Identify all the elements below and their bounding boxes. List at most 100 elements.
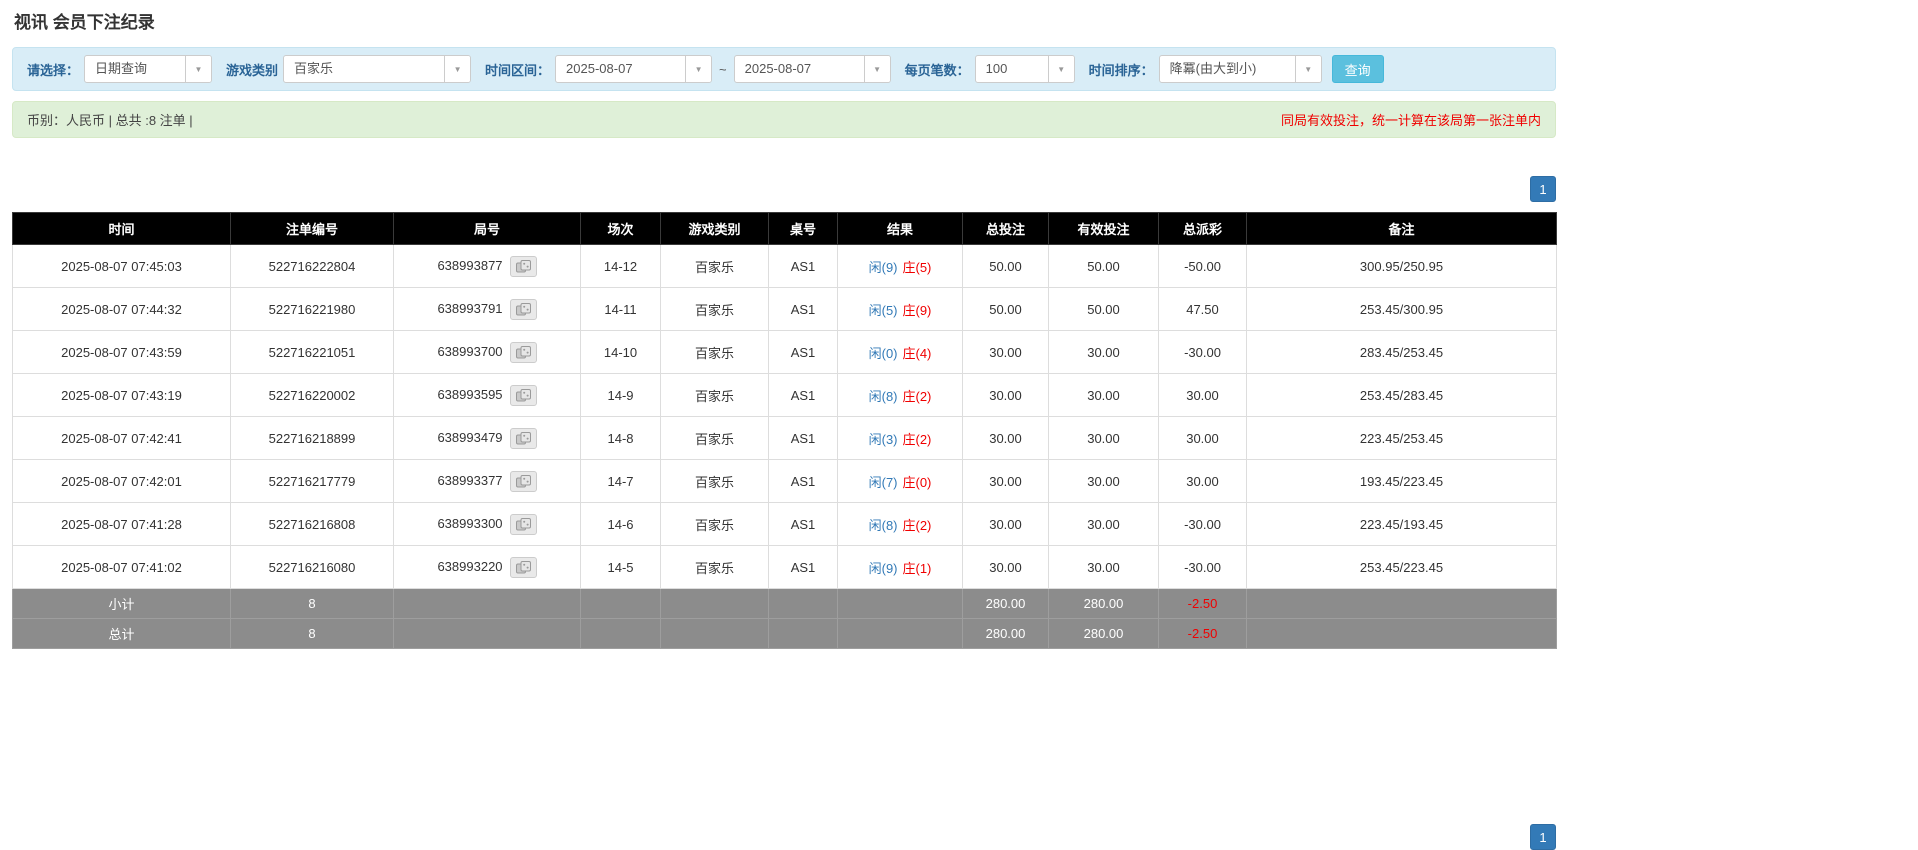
range-separator: ~ — [719, 62, 727, 77]
column-header-payout: 总派彩 — [1159, 213, 1247, 245]
total-bet-cell[interactable]: 30.00 — [963, 417, 1049, 460]
table-no-cell: AS1 — [769, 546, 838, 589]
table-row: 2025-08-07 07:41:02522716216080638993220… — [13, 546, 1557, 589]
round-preview-button[interactable] — [510, 299, 537, 320]
total-bet-cell[interactable]: 50.00 — [963, 245, 1049, 288]
payout-cell: 30.00 — [1159, 460, 1247, 503]
result-cell: 闲(0) 庄(4) — [838, 331, 963, 374]
page-size-value: 100 — [976, 56, 1048, 82]
footer-payout-cell: -2.50 — [1159, 619, 1247, 649]
result-player: 闲(3) — [869, 432, 898, 447]
bet-id-cell: 522716216808 — [231, 503, 394, 546]
payout-cell: 47.50 — [1159, 288, 1247, 331]
column-header-note: 备注 — [1247, 213, 1557, 245]
round-cell: 638993595 — [394, 374, 581, 417]
total-bet-cell[interactable]: 30.00 — [963, 374, 1049, 417]
table-row: 2025-08-07 07:43:59522716221051638993700… — [13, 331, 1557, 374]
session-cell: 14-11 — [581, 288, 661, 331]
game-type-select[interactable]: 百家乐 ▼ — [283, 55, 471, 83]
column-header-session: 场次 — [581, 213, 661, 245]
game-type-cell: 百家乐 — [661, 331, 769, 374]
bet-id-cell: 522716221980 — [231, 288, 394, 331]
round-preview-button[interactable] — [510, 514, 537, 535]
total-bet-cell[interactable]: 30.00 — [963, 460, 1049, 503]
round-preview-button[interactable] — [510, 342, 537, 363]
result-cell: 闲(8)庄(2) — [838, 503, 963, 546]
search-button[interactable]: 查询 — [1332, 55, 1384, 83]
filter-bar: 请选择： 日期查询 ▼ 游戏类别 百家乐 ▼ 时间区间： 2025-08-07 … — [12, 47, 1556, 91]
page-content: 视讯 会员下注纪录 请选择： 日期查询 ▼ 游戏类别 百家乐 ▼ 时间区间： 2… — [12, 8, 1556, 850]
footer-total-bet-cell: 280.00 — [963, 589, 1049, 619]
note-cell: 253.45/283.45 — [1247, 374, 1557, 417]
note-cell: 193.45/223.45 — [1247, 460, 1557, 503]
payout-cell: -30.00 — [1159, 546, 1247, 589]
round-preview-button[interactable] — [510, 256, 537, 277]
result-player: 闲(0) — [869, 346, 898, 361]
select-mode-label: 请选择： — [27, 60, 79, 79]
result-player: 闲(8) — [869, 518, 898, 533]
table-no-cell: AS1 — [769, 331, 838, 374]
valid-bet-cell: 30.00 — [1049, 374, 1159, 417]
result-banker: 庄(1) — [903, 561, 932, 576]
total-bet-cell[interactable]: 50.00 — [963, 288, 1049, 331]
table-no-cell: AS1 — [769, 460, 838, 503]
column-header-table-no: 桌号 — [769, 213, 838, 245]
note-cell: 223.45/193.45 — [1247, 503, 1557, 546]
table-header-row: 时间 注单编号 局号 场次 游戏类别 桌号 结果 总投注 有效投注 总派彩 备注 — [13, 213, 1557, 245]
game-type-cell: 百家乐 — [661, 374, 769, 417]
session-cell: 14-12 — [581, 245, 661, 288]
footer-count-cell: 8 — [231, 589, 394, 619]
time-cell: 2025-08-07 07:41:02 — [13, 546, 231, 589]
result-cell: 闲(8)庄(2) — [838, 374, 963, 417]
cards-icon — [516, 303, 531, 316]
result-player: 闲(9) — [869, 260, 898, 275]
chevron-down-icon: ▼ — [185, 56, 211, 82]
valid-bet-cell: 50.00 — [1049, 288, 1159, 331]
chevron-down-icon: ▼ — [1295, 56, 1321, 82]
table-row: 2025-08-07 07:43:19522716220002638993595… — [13, 374, 1557, 417]
time-sort-select[interactable]: 降冪(由大到小) ▼ — [1159, 55, 1322, 83]
round-preview-button[interactable] — [510, 557, 537, 578]
footer-payout-cell: -2.50 — [1159, 589, 1247, 619]
note-cell: 300.95/250.95 — [1247, 245, 1557, 288]
column-header-game-type: 游戏类别 — [661, 213, 769, 245]
session-cell: 14-10 — [581, 331, 661, 374]
time-cell: 2025-08-07 07:42:01 — [13, 460, 231, 503]
result-banker: 庄(4) — [903, 346, 932, 361]
column-header-total-bet: 总投注 — [963, 213, 1049, 245]
total-bet-cell[interactable]: 30.00 — [963, 331, 1049, 374]
round-preview-button[interactable] — [510, 471, 537, 492]
note-cell: 253.45/300.95 — [1247, 288, 1557, 331]
page-number-button[interactable]: 1 — [1530, 824, 1556, 850]
query-mode-select[interactable]: 日期查询 ▼ — [84, 55, 212, 83]
time-range-label: 时间区间： — [485, 60, 550, 79]
date-to-input[interactable]: 2025-08-07 ▼ — [734, 55, 891, 83]
table-row: 2025-08-07 07:45:03522716222804638993877… — [13, 245, 1557, 288]
payout-cell: -30.00 — [1159, 503, 1247, 546]
pagination-bottom: 1 — [12, 824, 1556, 850]
game-type-cell: 百家乐 — [661, 245, 769, 288]
column-header-bet-id: 注单编号 — [231, 213, 394, 245]
column-header-time: 时间 — [13, 213, 231, 245]
valid-bet-cell: 30.00 — [1049, 417, 1159, 460]
total-bet-cell[interactable]: 30.00 — [963, 503, 1049, 546]
total-bet-cell[interactable]: 30.00 — [963, 546, 1049, 589]
round-preview-button[interactable] — [510, 385, 537, 406]
date-from-input[interactable]: 2025-08-07 ▼ — [555, 55, 712, 83]
time-cell: 2025-08-07 07:41:28 — [13, 503, 231, 546]
page-number-button[interactable]: 1 — [1530, 176, 1556, 202]
cards-icon — [516, 346, 531, 359]
result-cell: 闲(7)庄(0) — [838, 460, 963, 503]
result-banker: 庄(5) — [903, 260, 932, 275]
round-id: 638993220 — [437, 558, 502, 573]
round-id: 638993377 — [437, 472, 502, 487]
footer-count-cell: 8 — [231, 619, 394, 649]
round-id: 638993300 — [437, 515, 502, 530]
cards-icon — [516, 260, 531, 273]
result-banker: 庄(9) — [903, 303, 932, 318]
page-size-select[interactable]: 100 ▼ — [975, 55, 1075, 83]
chevron-down-icon: ▼ — [1048, 56, 1074, 82]
bet-id-cell: 522716218899 — [231, 417, 394, 460]
round-cell: 638993220 — [394, 546, 581, 589]
round-preview-button[interactable] — [510, 428, 537, 449]
